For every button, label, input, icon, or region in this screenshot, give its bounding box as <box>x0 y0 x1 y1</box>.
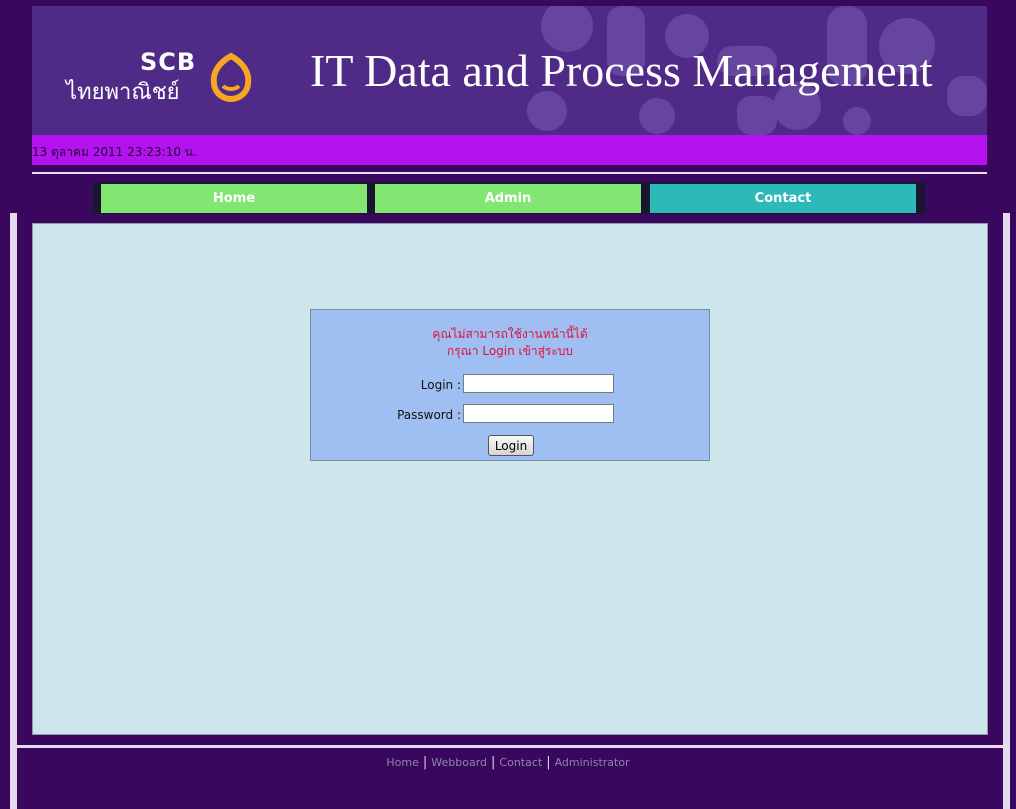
logo-thai-text: ไทยพาณิชย์ <box>66 80 180 105</box>
login-input[interactable] <box>463 374 614 393</box>
main-nav: Home Admin Contact <box>93 182 925 214</box>
footer-divider <box>17 745 1003 748</box>
scb-emblem-icon <box>210 52 252 102</box>
login-prompt-message: กรุณา Login เข้าสู่ระบบ <box>446 344 574 358</box>
footer-links: Home | Webboard | Contact | Administrator <box>0 755 1016 770</box>
footer-link-home[interactable]: Home <box>386 756 418 769</box>
footer-link-contact[interactable]: Contact <box>499 756 542 769</box>
footer-link-administrator[interactable]: Administrator <box>555 756 630 769</box>
login-label: Login : <box>420 378 461 392</box>
login-button[interactable]: Login <box>488 435 534 456</box>
right-border <box>1003 213 1010 809</box>
site-header: SCB ไทยพาณิชย์ IT Data and Process Manag… <box>32 6 987 135</box>
divider <box>32 172 987 174</box>
scb-logo[interactable]: SCB ไทยพาณิชย์ <box>66 46 256 106</box>
logo-brand-text: SCB <box>140 48 197 76</box>
footer-separator: | <box>546 755 551 770</box>
login-form: คุณไม่สามารถใช้งานหน้านี้ได้ กรุณา Login… <box>310 309 710 461</box>
footer-separator: | <box>491 755 496 770</box>
left-border <box>10 213 17 809</box>
password-input[interactable] <box>463 404 614 423</box>
content-area: คุณไม่สามารถใช้งานหน้านี้ได้ กรุณา Login… <box>32 223 988 735</box>
footer-link-webboard[interactable]: Webboard <box>431 756 487 769</box>
nav-contact-button[interactable]: Contact <box>650 184 916 213</box>
date-bar: 13 ตุลาคม 2011 23:23:10 น. <box>32 135 987 165</box>
footer-separator: | <box>422 755 428 770</box>
password-label: Password : <box>397 408 461 422</box>
nav-admin-button[interactable]: Admin <box>375 184 641 213</box>
page-title: IT Data and Process Management <box>310 45 933 96</box>
current-datetime: 13 ตุลาคม 2011 23:23:10 น. <box>32 145 197 159</box>
nav-home-button[interactable]: Home <box>101 184 367 213</box>
